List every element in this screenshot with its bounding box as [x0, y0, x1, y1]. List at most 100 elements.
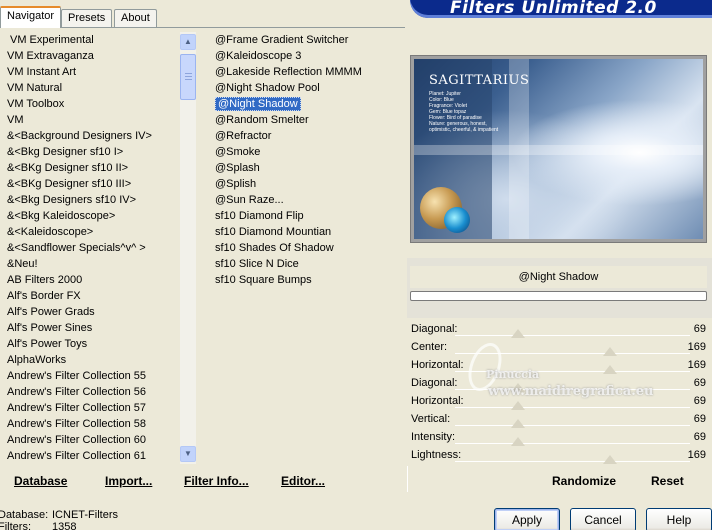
category-item[interactable]: &<Bkg Designer sf10 I>	[0, 144, 180, 160]
filter-item[interactable]: @Kaleidoscope 3	[202, 48, 402, 64]
scroll-up-button[interactable]: ▲	[180, 34, 196, 50]
category-item[interactable]: Alf's Power Toys	[0, 336, 180, 352]
category-item[interactable]: Andrew's Filter Collection 57	[0, 400, 180, 416]
preview-frame: SAGITTARIUS Planet: Jupiter Color: Blue Fr…	[410, 55, 707, 243]
filter-info-button[interactable]: Filter Info...	[184, 474, 249, 488]
category-scrollbar[interactable]: ▲ ▼	[180, 32, 196, 464]
slider-track[interactable]	[455, 389, 690, 390]
filter-item[interactable]: @Frame Gradient Switcher	[202, 32, 402, 48]
filter-item[interactable]: sf10 Shades Of Shadow	[202, 240, 402, 256]
slider-track[interactable]	[455, 353, 690, 354]
filter-item[interactable]: @Night Shadow	[202, 96, 402, 112]
filter-item[interactable]: sf10 Slice N Dice	[202, 256, 402, 272]
filter-item[interactable]: sf10 Square Bumps	[202, 272, 402, 288]
category-item[interactable]: VM	[0, 112, 180, 128]
category-item[interactable]: &<Bkg Kaleidoscope>	[0, 208, 180, 224]
parameter-value: 69	[693, 413, 706, 425]
parameter-value: 69	[693, 395, 706, 407]
category-item[interactable]: &Neu!	[0, 256, 180, 272]
editor-button[interactable]: Editor...	[281, 474, 325, 488]
category-item[interactable]: Andrew's Filter Collection 60	[0, 432, 180, 448]
filter-item[interactable]: @Night Shadow Pool	[202, 80, 402, 96]
filter-item[interactable]: @Smoke	[202, 144, 402, 160]
parameter-row: Diagonal: 69	[410, 375, 712, 393]
parameter-label: Lightness:	[411, 449, 462, 461]
slider-thumb[interactable]	[511, 437, 526, 446]
parameter-value: 169	[687, 449, 706, 461]
category-item[interactable]: VM Toolbox	[0, 96, 180, 112]
slider-track[interactable]	[455, 461, 690, 462]
tab-presets[interactable]: Presets	[61, 9, 113, 27]
filter-item[interactable]: @Sun Raze...	[202, 192, 402, 208]
slider-thumb[interactable]	[511, 419, 526, 428]
tab-about[interactable]: About	[114, 9, 157, 27]
slider-thumb[interactable]	[511, 401, 526, 410]
filter-item[interactable]: @Lakeside Reflection MMMM	[202, 64, 402, 80]
category-item[interactable]: VM Natural	[0, 80, 180, 96]
filters-label: Filters:	[0, 521, 31, 530]
slider-track[interactable]	[455, 371, 690, 372]
scroll-thumb[interactable]	[180, 54, 196, 100]
category-list[interactable]: VM Experimental VM Extravaganza VM Instant…	[0, 32, 180, 464]
filter-item-label: @Sun Raze...	[215, 194, 284, 206]
parameter-value: 169	[687, 359, 706, 371]
filter-item-label: @Random Smelter	[215, 114, 309, 126]
scroll-down-button[interactable]: ▼	[180, 446, 196, 462]
slider-thumb[interactable]	[603, 365, 618, 374]
category-item[interactable]: Andrew's Filter Collection 61	[0, 448, 180, 464]
randomize-button[interactable]: Randomize	[552, 474, 616, 488]
category-item[interactable]: VM Experimental	[0, 32, 180, 48]
parameter-label: Horizontal:	[411, 395, 464, 407]
category-item[interactable]: AB Filters 2000	[0, 272, 180, 288]
category-item[interactable]: &<BKg Designer sf10 II>	[0, 160, 180, 176]
category-item[interactable]: Alf's Power Grads	[0, 304, 180, 320]
import-button[interactable]: Import...	[105, 474, 152, 488]
filter-item-label: @Splish	[215, 178, 257, 190]
category-item[interactable]: &<Kaleidoscope>	[0, 224, 180, 240]
tab-bar: Navigator Presets About	[0, 0, 420, 28]
database-button[interactable]: Database	[14, 474, 67, 488]
category-item[interactable]: Andrew's Filter Collection 55	[0, 368, 180, 384]
category-item[interactable]: Alf's Power Sines	[0, 320, 180, 336]
help-button[interactable]: Help	[646, 508, 712, 530]
category-item[interactable]: Alf's Border FX	[0, 288, 180, 304]
progress-bar	[410, 291, 707, 301]
category-item[interactable]: &<Sandflower Specials^v^ >	[0, 240, 180, 256]
apply-button[interactable]: Apply	[494, 508, 560, 530]
slider-thumb[interactable]	[603, 347, 618, 356]
slider-track[interactable]	[455, 407, 690, 408]
filter-item[interactable]: @Random Smelter	[202, 112, 402, 128]
filter-item-label: @Lakeside Reflection MMMM	[215, 66, 362, 78]
parameter-sliders: Diagonal: 69 Center: 169 Horizontal: 169 Diago…	[410, 321, 712, 465]
filter-item[interactable]: @Splash	[202, 160, 402, 176]
category-item[interactable]: VM Extravaganza	[0, 48, 180, 64]
slider-track[interactable]	[455, 443, 690, 444]
cancel-button[interactable]: Cancel	[570, 508, 636, 530]
category-item[interactable]: Andrew's Filter Collection 58	[0, 416, 180, 432]
filter-item[interactable]: @Refractor	[202, 128, 402, 144]
parameter-row: Vertical: 69	[410, 411, 712, 429]
filter-list[interactable]: @Frame Gradient Switcher @Kaleidoscope 3 @…	[202, 32, 402, 464]
filter-item[interactable]: @Splish	[202, 176, 402, 192]
category-item[interactable]: Andrew's Filter Collection 56	[0, 384, 180, 400]
slider-thumb[interactable]	[511, 383, 526, 392]
category-item[interactable]: &<BKg Designer sf10 III>	[0, 176, 180, 192]
filter-item-label: @Smoke	[215, 146, 261, 158]
filter-item[interactable]: sf10 Diamond Mountian	[202, 224, 402, 240]
parameter-value: 69	[693, 431, 706, 443]
parameter-row: Lightness: 169	[410, 447, 712, 465]
filter-item[interactable]: sf10 Diamond Flip	[202, 208, 402, 224]
category-item[interactable]: &<Bkg Designers sf10 IV>	[0, 192, 180, 208]
slider-track[interactable]	[455, 335, 690, 336]
filter-item-label: @Night Shadow	[215, 97, 301, 111]
slider-thumb[interactable]	[603, 455, 618, 464]
reset-button[interactable]: Reset	[651, 474, 684, 488]
category-item[interactable]: AlphaWorks	[0, 352, 180, 368]
filter-item-label: @Refractor	[215, 130, 272, 142]
category-item[interactable]: VM Instant Art	[0, 64, 180, 80]
tab-navigator[interactable]: Navigator	[0, 6, 62, 28]
slider-thumb[interactable]	[511, 329, 526, 338]
parameter-value: 169	[687, 341, 706, 353]
slider-track[interactable]	[455, 425, 690, 426]
category-item[interactable]: &<Background Designers IV>	[0, 128, 152, 144]
